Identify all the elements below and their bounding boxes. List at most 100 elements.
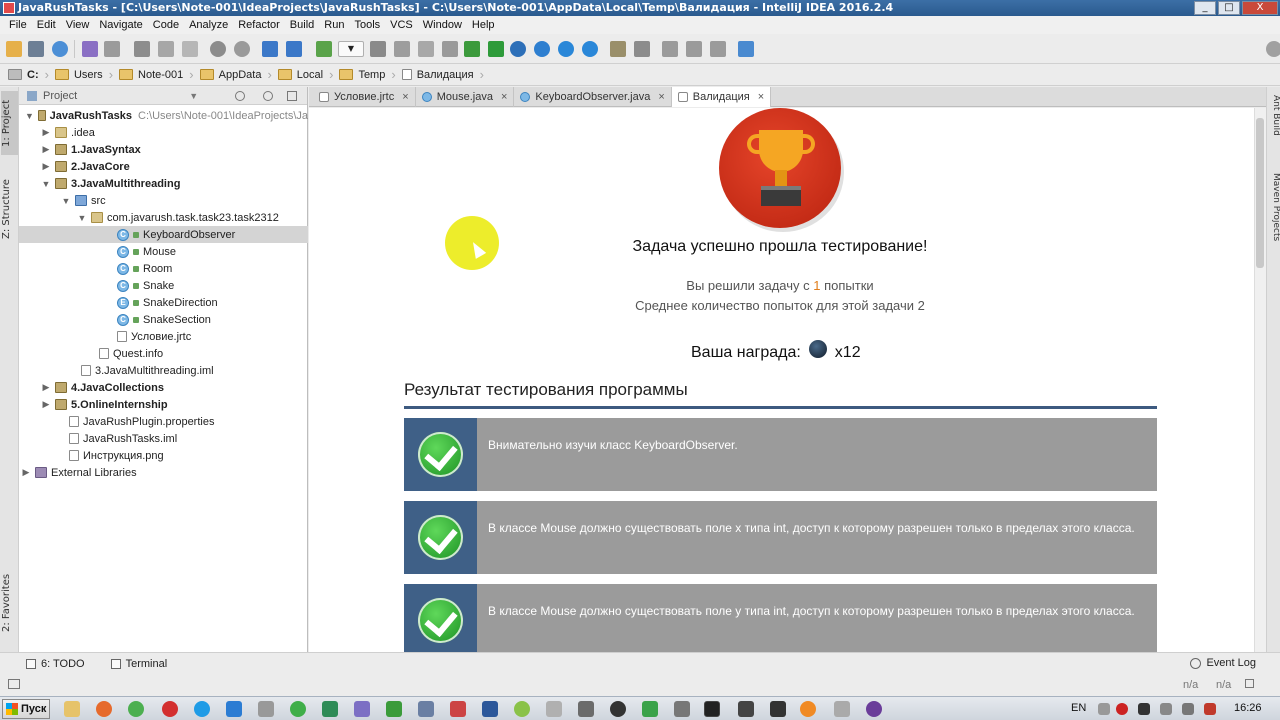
scrollbar-thumb[interactable]	[1256, 118, 1264, 268]
tray-icon[interactable]	[1138, 703, 1150, 715]
app-icon[interactable]	[258, 701, 274, 717]
tree-item-instruction-png[interactable]: Инструкция.png	[19, 447, 308, 464]
open-folder-icon[interactable]	[6, 41, 22, 57]
stop-icon[interactable]	[442, 41, 458, 57]
menu-tools[interactable]: Tools	[349, 19, 385, 31]
sync-icon[interactable]	[52, 41, 68, 57]
android-icon[interactable]	[710, 41, 726, 57]
app-icon[interactable]	[450, 701, 466, 717]
settings-icon[interactable]	[610, 41, 626, 57]
find-icon[interactable]	[210, 41, 226, 57]
app-icon[interactable]	[226, 701, 242, 717]
debug-icon[interactable]	[394, 41, 410, 57]
tree-item-javarushtasks-iml[interactable]: JavaRushTasks.iml	[19, 430, 308, 447]
start-button[interactable]: Пуск	[2, 699, 50, 719]
menu-run[interactable]: Run	[319, 19, 349, 31]
tray-icon[interactable]	[1204, 703, 1216, 715]
app-icon[interactable]	[770, 701, 786, 717]
global-search-icon[interactable]	[1266, 41, 1280, 57]
minimize-button[interactable]: _	[1194, 1, 1216, 15]
terminal-tool-button[interactable]: Terminal	[110, 658, 167, 670]
breadcrumb-local[interactable]: Local ›	[277, 67, 340, 82]
lock-icon[interactable]	[1245, 679, 1254, 688]
chevron-down-icon[interactable]: ▼	[189, 91, 198, 101]
app-icon[interactable]	[322, 701, 338, 717]
vertical-scrollbar[interactable]	[1254, 108, 1266, 652]
tree-item-snakedirection[interactable]: E SnakeDirection	[19, 294, 308, 311]
help-circle-icon[interactable]	[582, 41, 598, 57]
app-icon[interactable]	[800, 701, 816, 717]
tray-icon[interactable]	[1116, 703, 1128, 715]
breadcrumb-note-001[interactable]: Note-001 ›	[119, 67, 200, 82]
menu-navigate[interactable]: Navigate	[94, 19, 147, 31]
check-task-icon[interactable]	[488, 41, 504, 57]
back-icon[interactable]	[262, 41, 278, 57]
tab-structure-tool[interactable]: Z: Structure	[1, 173, 18, 245]
menu-vcs[interactable]: VCS	[385, 19, 418, 31]
build-icon[interactable]	[316, 41, 332, 57]
menu-view[interactable]: View	[61, 19, 95, 31]
copy-icon[interactable]	[158, 41, 174, 57]
breadcrumb-validation[interactable]: Валидация ›	[401, 67, 490, 82]
tree-item-javacollections[interactable]: ▶ 4.JavaCollections	[19, 379, 308, 396]
app-icon[interactable]	[546, 701, 562, 717]
tree-item-javamultithreading[interactable]: ▼ 3.JavaMultithreading	[19, 175, 308, 192]
todo-tool-button[interactable]: 6: TODO	[26, 658, 85, 670]
forward-icon[interactable]	[286, 41, 302, 57]
menu-refactor[interactable]: Refactor	[233, 19, 285, 31]
tab-maven-projects[interactable]: Maven Projects	[1267, 173, 1280, 263]
tab-condition-jrtc[interactable]: Условие.jrtc ×	[313, 87, 416, 107]
tool-windows-icon[interactable]	[8, 679, 20, 689]
menu-code[interactable]: Code	[148, 19, 184, 31]
project-structure-icon[interactable]	[634, 41, 650, 57]
firefox-icon[interactable]	[96, 701, 112, 717]
tree-item-src[interactable]: ▼ src	[19, 192, 308, 209]
tree-item-external-libraries[interactable]: ▶ External Libraries	[19, 464, 308, 481]
tray-icon[interactable]	[1160, 703, 1172, 715]
tree-item-multithreading-iml[interactable]: 3.JavaMultithreading.iml	[19, 362, 308, 379]
app-icon[interactable]	[738, 701, 754, 717]
tree-item-keyboardobserver[interactable]: C KeyboardObserver	[19, 226, 308, 243]
info-icon[interactable]	[558, 41, 574, 57]
language-indicator[interactable]: EN	[1071, 702, 1086, 714]
chrome-icon[interactable]	[128, 701, 144, 717]
replace-icon[interactable]	[234, 41, 250, 57]
explorer-icon[interactable]	[64, 701, 80, 717]
device-icon[interactable]	[686, 41, 702, 57]
help-icon[interactable]	[738, 41, 754, 57]
menu-help[interactable]: Help	[467, 19, 500, 31]
close-tab-icon[interactable]: ×	[658, 91, 664, 103]
task-list-icon[interactable]	[464, 41, 480, 57]
maximize-button[interactable]: □	[1218, 1, 1240, 15]
tab-favorites-tool[interactable]: 2: Favorites	[1, 565, 18, 641]
app-icon[interactable]	[866, 701, 882, 717]
menu-analyze[interactable]: Analyze	[184, 19, 233, 31]
scroll-from-source-icon[interactable]	[235, 91, 245, 101]
tree-item-package[interactable]: ▼ com.javarush.task.task23.task2312	[19, 209, 308, 226]
word-icon[interactable]	[482, 701, 498, 717]
tree-item-javacore[interactable]: ▶ 2.JavaCore	[19, 158, 308, 175]
app-icon[interactable]	[386, 701, 402, 717]
redo-icon[interactable]	[104, 41, 120, 57]
app-icon[interactable]	[642, 701, 658, 717]
tab-mouse-java[interactable]: Mouse.java ×	[416, 87, 515, 107]
hide-panel-icon[interactable]	[287, 91, 297, 101]
tab-keyboardobserver-java[interactable]: KeyboardObserver.java ×	[514, 87, 672, 107]
tab-validation[interactable]: Валидация ×	[671, 87, 772, 107]
tree-item-mouse[interactable]: C Mouse	[19, 243, 308, 260]
app-icon[interactable]	[354, 701, 370, 717]
app-icon[interactable]	[834, 701, 850, 717]
tree-item-idea[interactable]: ▶ .idea	[19, 124, 308, 141]
refresh-icon[interactable]	[534, 41, 550, 57]
breadcrumb-users[interactable]: Users ›	[54, 67, 119, 82]
tray-icon[interactable]	[1098, 703, 1110, 715]
tree-item-javarushtasks[interactable]: ▼ JavaRushTasks C:\Users\Note-001\IdeaProj…	[19, 107, 308, 124]
close-tab-icon[interactable]: ×	[501, 91, 507, 103]
paste-icon[interactable]	[182, 41, 198, 57]
close-tab-icon[interactable]: ×	[402, 91, 408, 103]
run-config-dropdown[interactable]: ▼	[338, 41, 364, 57]
tree-item-plugin-properties[interactable]: JavaRushPlugin.properties	[19, 413, 308, 430]
tab-project-tool[interactable]: 1: Project	[1, 91, 18, 155]
breadcrumb-appdata[interactable]: AppData ›	[199, 67, 278, 82]
skype-icon[interactable]	[194, 701, 210, 717]
